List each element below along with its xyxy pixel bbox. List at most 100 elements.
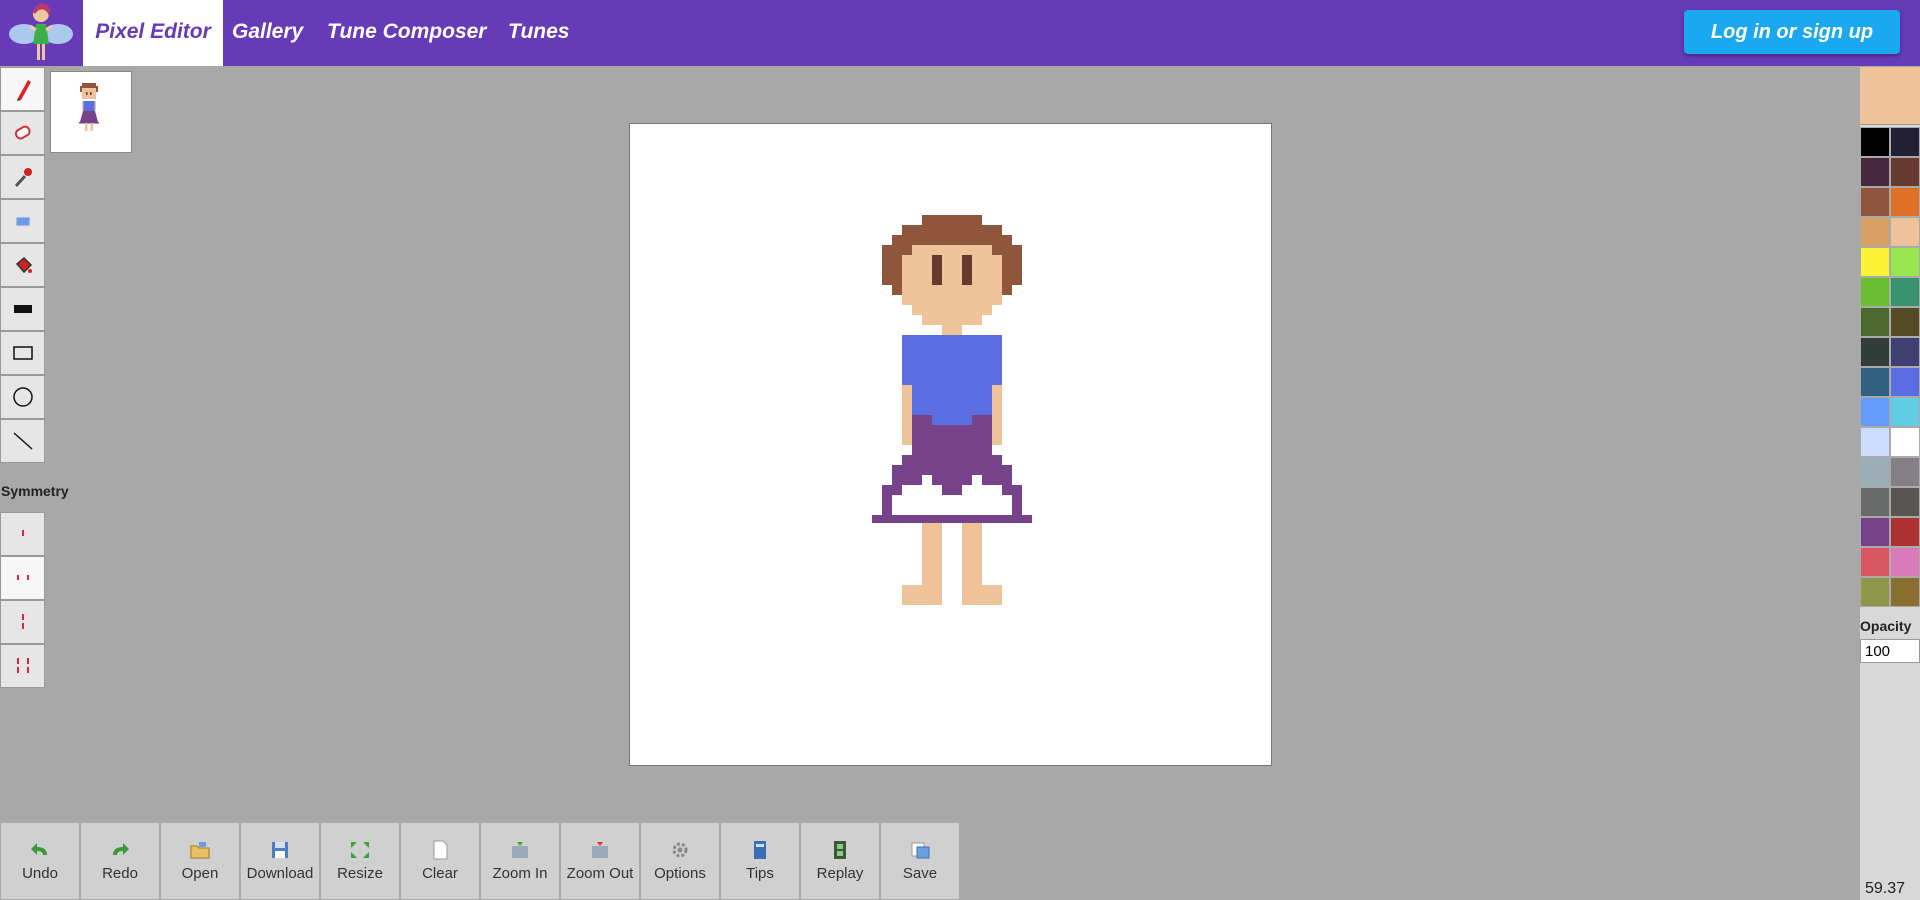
- undo-button[interactable]: Undo: [0, 822, 80, 900]
- fps-counter: 59.37: [1865, 880, 1906, 897]
- color-swatch[interactable]: [1860, 217, 1890, 247]
- zoom-in-label: Zoom In: [492, 865, 548, 882]
- color-swatch[interactable]: [1860, 277, 1890, 307]
- quad-marks-icon: [16, 658, 29, 673]
- color-swatch[interactable]: [1860, 577, 1890, 607]
- frame-thumbnail[interactable]: [50, 71, 132, 153]
- color-swatch[interactable]: [1890, 217, 1920, 247]
- pencil-tool[interactable]: [0, 67, 45, 111]
- ellipse-tool[interactable]: [0, 375, 45, 419]
- download-button[interactable]: Download: [240, 822, 320, 900]
- save-button[interactable]: Save: [880, 822, 960, 900]
- resize-label: Resize: [337, 865, 383, 882]
- rectangle-tool[interactable]: [0, 331, 45, 375]
- replay-button[interactable]: Replay: [800, 822, 880, 900]
- vertical-marks-icon: [21, 614, 24, 629]
- open-label: Open: [181, 865, 219, 882]
- symmetry-vertical-button[interactable]: [0, 600, 45, 644]
- bottom-toolbar: Undo Redo Open Download Resize Clear Zoo…: [0, 822, 960, 900]
- color-swatch[interactable]: [1860, 127, 1890, 157]
- replay-label: Replay: [816, 865, 864, 882]
- color-swatch[interactable]: [1890, 517, 1920, 547]
- eraser-tool[interactable]: [0, 111, 45, 155]
- color-swatch[interactable]: [1890, 187, 1920, 217]
- color-swatch[interactable]: [1890, 457, 1920, 487]
- opacity-label: Opacity: [1860, 618, 1912, 634]
- nav-tune-composer[interactable]: Tune Composer: [327, 0, 486, 66]
- rectangle-outline-icon: [12, 346, 33, 360]
- resize-icon: [351, 842, 369, 858]
- symmetry-horizontal-button[interactable]: [0, 556, 45, 600]
- options-button[interactable]: Options: [640, 822, 720, 900]
- zoom-out-button[interactable]: Zoom Out: [560, 822, 640, 900]
- nav-gallery[interactable]: Gallery: [232, 0, 303, 66]
- film-icon: [834, 841, 846, 859]
- color-swatch[interactable]: [1860, 547, 1890, 577]
- opacity-input[interactable]: [1860, 639, 1920, 663]
- zoom-in-icon: [512, 842, 528, 858]
- eraser-icon: [14, 125, 31, 140]
- resize-button[interactable]: Resize: [320, 822, 400, 900]
- open-button[interactable]: Open: [160, 822, 240, 900]
- color-swatch[interactable]: [1890, 247, 1920, 277]
- line-icon: [13, 432, 32, 450]
- swatch-grid: [1860, 127, 1920, 607]
- color-swatch[interactable]: [1860, 247, 1890, 277]
- tips-button[interactable]: Tips: [720, 822, 800, 900]
- gear-icon: [672, 842, 688, 858]
- color-swatch[interactable]: [1890, 337, 1920, 367]
- undo-icon: [31, 843, 47, 855]
- redo-button[interactable]: Redo: [80, 822, 160, 900]
- redo-label: Redo: [102, 865, 138, 882]
- color-swatch[interactable]: [1860, 337, 1890, 367]
- top-nav-bar: Pixel Editor Gallery Tune Composer Tunes…: [0, 0, 1920, 66]
- single-mark-icon: [21, 530, 24, 536]
- nav-tunes[interactable]: Tunes: [508, 0, 569, 66]
- color-swatch[interactable]: [1890, 487, 1920, 517]
- fill-tool[interactable]: [0, 243, 45, 287]
- color-swatch[interactable]: [1890, 367, 1920, 397]
- color-swatch[interactable]: [1860, 487, 1890, 517]
- eyedropper-tool[interactable]: [0, 155, 45, 199]
- symmetry-none-button[interactable]: [0, 512, 45, 556]
- zoom-out-icon: [592, 842, 608, 858]
- color-swatch[interactable]: [1860, 457, 1890, 487]
- color-swatch[interactable]: [1860, 187, 1890, 217]
- color-swatch[interactable]: [1890, 397, 1920, 427]
- paint-bucket-icon: [15, 256, 32, 274]
- color-swatch[interactable]: [1890, 277, 1920, 307]
- clear-label: Clear: [422, 865, 458, 882]
- symmetry-both-button[interactable]: [0, 644, 45, 688]
- color-swatch[interactable]: [1860, 397, 1890, 427]
- nav-pixel-editor[interactable]: Pixel Editor: [83, 0, 223, 66]
- pencil-icon: [16, 80, 31, 101]
- select-tool[interactable]: [0, 199, 45, 243]
- color-swatch[interactable]: [1890, 427, 1920, 457]
- color-swatch[interactable]: [1860, 517, 1890, 547]
- color-swatch[interactable]: [1860, 157, 1890, 187]
- drawing-canvas[interactable]: [629, 123, 1272, 766]
- line-tool[interactable]: [0, 419, 45, 463]
- color-swatch[interactable]: [1890, 577, 1920, 607]
- color-swatch[interactable]: [1890, 127, 1920, 157]
- login-signup-button[interactable]: Log in or sign up: [1684, 10, 1900, 54]
- symmetry-panel: [0, 512, 45, 688]
- tool-panel: [0, 67, 45, 463]
- zoom-out-label: Zoom Out: [566, 865, 634, 882]
- page-icon: [433, 840, 448, 860]
- color-swatch[interactable]: [1860, 367, 1890, 397]
- tips-label: Tips: [746, 865, 774, 882]
- color-swatch[interactable]: [1890, 547, 1920, 577]
- zoom-in-button[interactable]: Zoom In: [480, 822, 560, 900]
- color-swatch[interactable]: [1860, 427, 1890, 457]
- fairy-logo[interactable]: [0, 0, 83, 66]
- color-swatch[interactable]: [1890, 307, 1920, 337]
- pixel-art-character: [872, 215, 1032, 605]
- filled-rectangle-tool[interactable]: [0, 287, 45, 331]
- color-swatch[interactable]: [1860, 307, 1890, 337]
- clear-button[interactable]: Clear: [400, 822, 480, 900]
- current-color-swatch: [1860, 67, 1920, 125]
- book-icon: [754, 841, 766, 859]
- undo-label: Undo: [22, 865, 58, 882]
- color-swatch[interactable]: [1890, 157, 1920, 187]
